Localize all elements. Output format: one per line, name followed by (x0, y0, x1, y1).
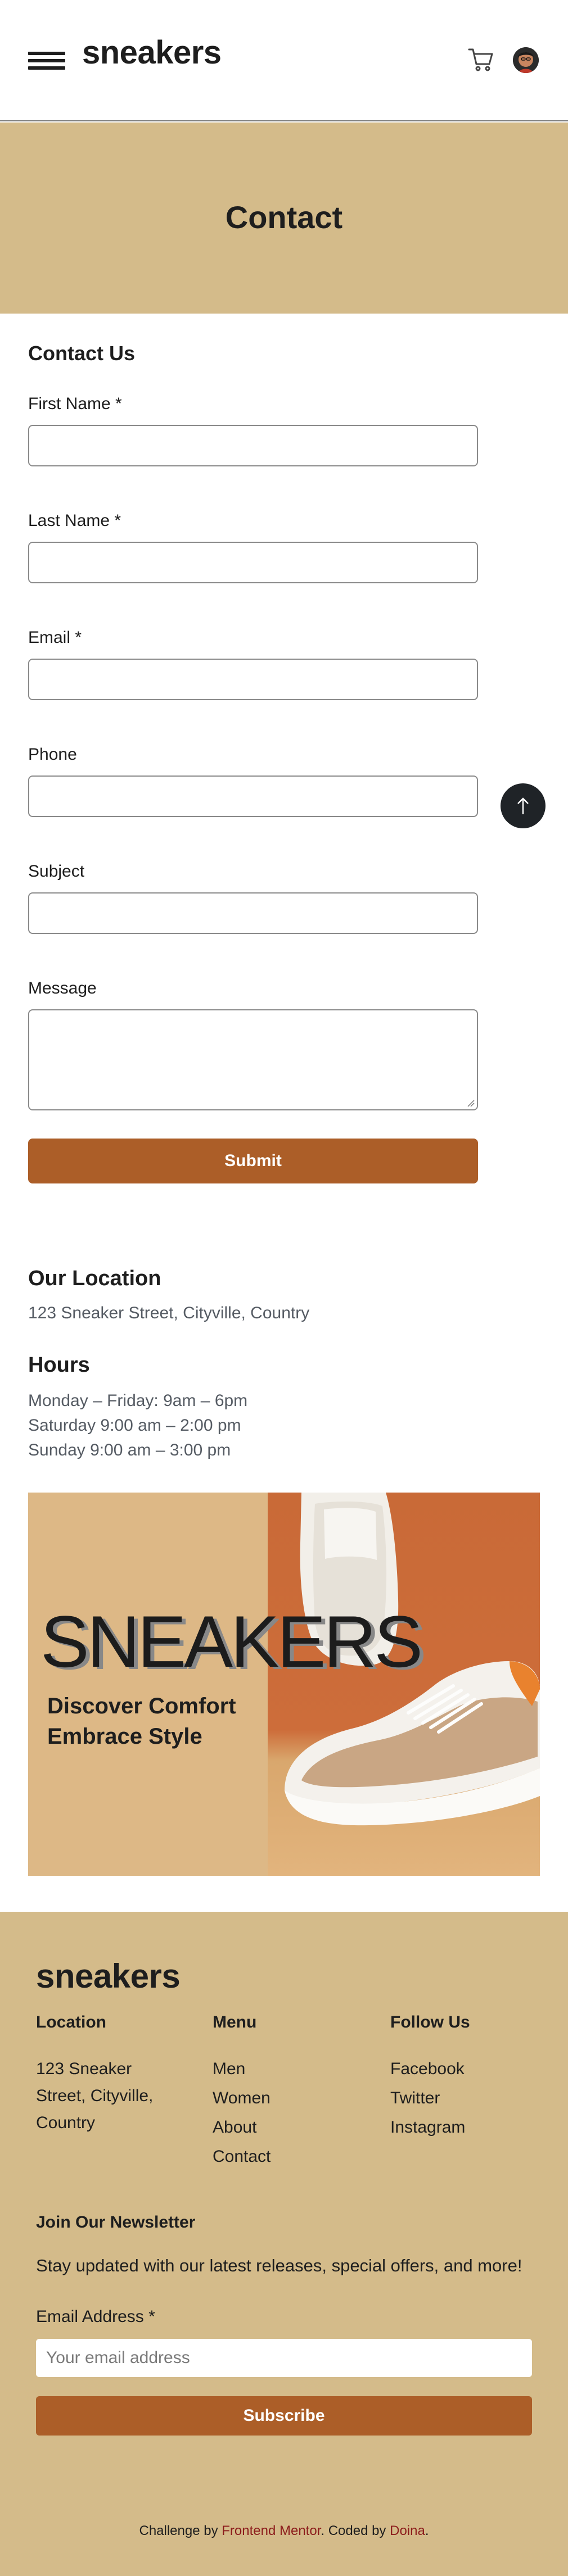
submit-button[interactable]: Submit (28, 1139, 478, 1183)
page-hero: Contact (0, 123, 568, 314)
hours-line: Monday – Friday: 9am – 6pm (28, 1391, 248, 1410)
footer-location-title: Location (36, 2013, 106, 2031)
last-name-label: Last Name * (28, 511, 121, 530)
footer-credit: Challenge by Frontend Mentor. Coded by D… (0, 2523, 568, 2539)
user-avatar[interactable] (513, 47, 539, 73)
hamburger-menu-icon[interactable] (28, 52, 65, 70)
email-field[interactable] (28, 659, 478, 700)
location-address: 123 Sneaker Street, Cityville, Country (28, 1304, 310, 1322)
email-label: Email * (28, 628, 82, 647)
footer-link-twitter[interactable]: Twitter (390, 2084, 440, 2113)
phone-label: Phone (28, 745, 77, 764)
banner-tagline: Embrace Style (47, 1724, 202, 1749)
site-header: sneakers (0, 0, 568, 121)
message-textarea[interactable] (28, 1009, 478, 1110)
last-name-field[interactable] (28, 542, 478, 583)
scroll-to-top-button[interactable] (501, 783, 546, 828)
footer-link-women[interactable]: Women (213, 2084, 271, 2113)
footer-link-facebook[interactable]: Facebook (390, 2055, 465, 2084)
footer-logo[interactable]: sneakers (36, 1957, 181, 1996)
credit-prefix: Challenge by (139, 2523, 222, 2538)
resize-grip-icon[interactable] (467, 1099, 475, 1107)
promo-banner: SNEAKERS Discover Comfort Embrace Style (28, 1493, 540, 1876)
first-name-label: First Name * (28, 394, 122, 413)
page-title: Contact (225, 199, 343, 235)
sneaker-image (268, 1493, 540, 1876)
hours-line: Sunday 9:00 am – 3:00 pm (28, 1441, 231, 1459)
banner-left-panel (28, 1493, 268, 1876)
credit-suffix: . (425, 2523, 429, 2538)
newsletter-title: Join Our Newsletter (36, 2213, 196, 2232)
subject-field[interactable] (28, 892, 478, 934)
subscribe-button[interactable]: Subscribe (36, 2396, 532, 2436)
location-title: Our Location (28, 1267, 161, 1290)
footer-location-text: 123 Sneaker Street, Cityville, Country (36, 2060, 154, 2132)
credit-middle: . Coded by (321, 2523, 390, 2538)
newsletter-text: Stay updated with our latest releases, s… (36, 2256, 522, 2275)
footer-link-instagram[interactable]: Instagram (390, 2113, 465, 2142)
banner-tagline: Discover Comfort (47, 1694, 236, 1718)
hours-line: Saturday 9:00 am – 2:00 pm (28, 1416, 241, 1435)
message-label: Message (28, 979, 97, 997)
author-link[interactable]: Doina (390, 2523, 425, 2538)
footer-link-contact[interactable]: Contact (213, 2142, 271, 2171)
hours-title: Hours (28, 1353, 90, 1377)
subject-label: Subject (28, 862, 85, 881)
newsletter-email-label: Email Address * (36, 2307, 155, 2326)
newsletter-email-input[interactable] (36, 2339, 532, 2377)
contact-form-title: Contact Us (28, 342, 136, 365)
phone-field[interactable] (28, 775, 478, 817)
frontend-mentor-link[interactable]: Frontend Mentor (222, 2523, 321, 2538)
footer-link-men[interactable]: Men (213, 2055, 245, 2084)
footer-menu-title: Menu (213, 2013, 257, 2031)
footer-follow-title: Follow Us (390, 2013, 470, 2031)
site-footer: sneakers Location 123 Sneaker Street, Ci… (0, 1912, 568, 2576)
site-logo[interactable]: sneakers (82, 34, 222, 71)
footer-link-about[interactable]: About (213, 2113, 256, 2142)
first-name-field[interactable] (28, 425, 478, 466)
arrow-up-icon (517, 797, 529, 814)
banner-headline: SNEAKERS (40, 1600, 423, 1682)
cart-icon[interactable] (468, 47, 494, 72)
